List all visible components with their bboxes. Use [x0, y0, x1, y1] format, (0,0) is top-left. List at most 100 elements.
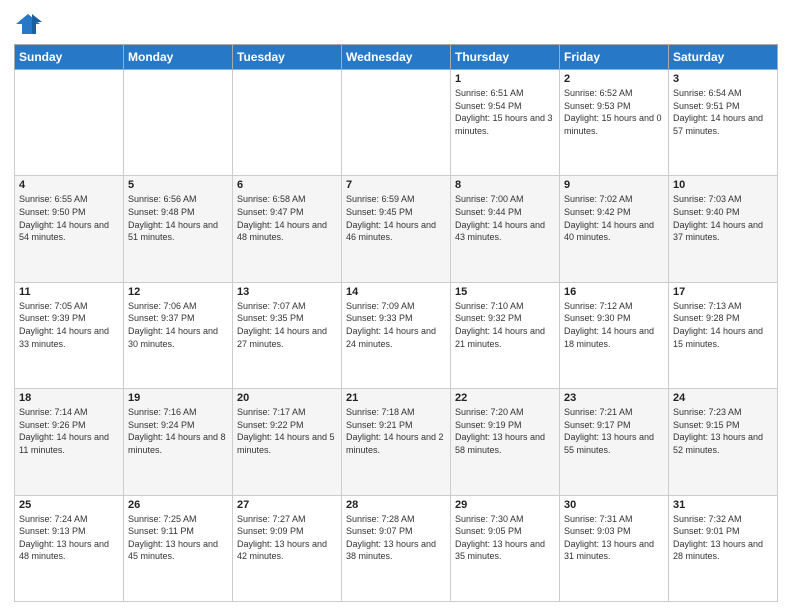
day-number: 2 [564, 73, 664, 85]
day-info: Sunrise: 7:21 AM Sunset: 9:17 PM Dayligh… [564, 406, 664, 456]
day-number: 23 [564, 392, 664, 404]
day-number: 21 [346, 392, 446, 404]
day-number: 9 [564, 179, 664, 191]
day-number: 26 [128, 499, 228, 511]
calendar-cell: 7 Sunrise: 6:59 AM Sunset: 9:45 PM Dayli… [342, 176, 451, 282]
week-row-1: 1 Sunrise: 6:51 AM Sunset: 9:54 PM Dayli… [15, 70, 778, 176]
day-info: Sunrise: 7:27 AM Sunset: 9:09 PM Dayligh… [237, 513, 337, 563]
day-info: Sunrise: 6:51 AM Sunset: 9:54 PM Dayligh… [455, 87, 555, 137]
day-info: Sunrise: 7:12 AM Sunset: 9:30 PM Dayligh… [564, 300, 664, 350]
calendar-cell: 16 Sunrise: 7:12 AM Sunset: 9:30 PM Dayl… [560, 282, 669, 388]
day-info: Sunrise: 7:24 AM Sunset: 9:13 PM Dayligh… [19, 513, 119, 563]
day-info: Sunrise: 7:18 AM Sunset: 9:21 PM Dayligh… [346, 406, 446, 456]
calendar-cell [342, 70, 451, 176]
day-number: 25 [19, 499, 119, 511]
day-number: 8 [455, 179, 555, 191]
day-info: Sunrise: 6:56 AM Sunset: 9:48 PM Dayligh… [128, 193, 228, 243]
day-info: Sunrise: 7:25 AM Sunset: 9:11 PM Dayligh… [128, 513, 228, 563]
day-number: 16 [564, 286, 664, 298]
calendar-cell: 27 Sunrise: 7:27 AM Sunset: 9:09 PM Dayl… [233, 495, 342, 601]
calendar-cell: 24 Sunrise: 7:23 AM Sunset: 9:15 PM Dayl… [669, 389, 778, 495]
day-number: 10 [673, 179, 773, 191]
week-row-5: 25 Sunrise: 7:24 AM Sunset: 9:13 PM Dayl… [15, 495, 778, 601]
page: SundayMondayTuesdayWednesdayThursdayFrid… [0, 0, 792, 612]
day-number: 4 [19, 179, 119, 191]
weekday-header-friday: Friday [560, 45, 669, 70]
day-number: 3 [673, 73, 773, 85]
day-info: Sunrise: 6:59 AM Sunset: 9:45 PM Dayligh… [346, 193, 446, 243]
calendar-cell [233, 70, 342, 176]
day-number: 24 [673, 392, 773, 404]
day-number: 12 [128, 286, 228, 298]
calendar-cell: 17 Sunrise: 7:13 AM Sunset: 9:28 PM Dayl… [669, 282, 778, 388]
weekday-header-sunday: Sunday [15, 45, 124, 70]
day-number: 6 [237, 179, 337, 191]
weekday-header-saturday: Saturday [669, 45, 778, 70]
day-info: Sunrise: 7:20 AM Sunset: 9:19 PM Dayligh… [455, 406, 555, 456]
calendar-cell: 28 Sunrise: 7:28 AM Sunset: 9:07 PM Dayl… [342, 495, 451, 601]
day-info: Sunrise: 7:14 AM Sunset: 9:26 PM Dayligh… [19, 406, 119, 456]
weekday-header-monday: Monday [124, 45, 233, 70]
logo-icon [14, 10, 42, 38]
day-info: Sunrise: 7:13 AM Sunset: 9:28 PM Dayligh… [673, 300, 773, 350]
week-row-3: 11 Sunrise: 7:05 AM Sunset: 9:39 PM Dayl… [15, 282, 778, 388]
day-number: 22 [455, 392, 555, 404]
calendar-cell: 4 Sunrise: 6:55 AM Sunset: 9:50 PM Dayli… [15, 176, 124, 282]
calendar-cell: 14 Sunrise: 7:09 AM Sunset: 9:33 PM Dayl… [342, 282, 451, 388]
day-number: 29 [455, 499, 555, 511]
day-info: Sunrise: 6:52 AM Sunset: 9:53 PM Dayligh… [564, 87, 664, 137]
day-number: 1 [455, 73, 555, 85]
calendar-cell: 30 Sunrise: 7:31 AM Sunset: 9:03 PM Dayl… [560, 495, 669, 601]
day-number: 20 [237, 392, 337, 404]
day-info: Sunrise: 6:54 AM Sunset: 9:51 PM Dayligh… [673, 87, 773, 137]
day-info: Sunrise: 7:03 AM Sunset: 9:40 PM Dayligh… [673, 193, 773, 243]
day-info: Sunrise: 7:31 AM Sunset: 9:03 PM Dayligh… [564, 513, 664, 563]
day-info: Sunrise: 6:55 AM Sunset: 9:50 PM Dayligh… [19, 193, 119, 243]
calendar-cell: 22 Sunrise: 7:20 AM Sunset: 9:19 PM Dayl… [451, 389, 560, 495]
day-number: 19 [128, 392, 228, 404]
calendar-cell: 6 Sunrise: 6:58 AM Sunset: 9:47 PM Dayli… [233, 176, 342, 282]
day-number: 15 [455, 286, 555, 298]
day-number: 17 [673, 286, 773, 298]
day-number: 28 [346, 499, 446, 511]
day-info: Sunrise: 7:16 AM Sunset: 9:24 PM Dayligh… [128, 406, 228, 456]
header [14, 10, 778, 38]
day-info: Sunrise: 7:32 AM Sunset: 9:01 PM Dayligh… [673, 513, 773, 563]
calendar-cell: 5 Sunrise: 6:56 AM Sunset: 9:48 PM Dayli… [124, 176, 233, 282]
day-number: 30 [564, 499, 664, 511]
calendar-cell [15, 70, 124, 176]
day-number: 11 [19, 286, 119, 298]
day-info: Sunrise: 7:23 AM Sunset: 9:15 PM Dayligh… [673, 406, 773, 456]
calendar-cell: 9 Sunrise: 7:02 AM Sunset: 9:42 PM Dayli… [560, 176, 669, 282]
day-info: Sunrise: 6:58 AM Sunset: 9:47 PM Dayligh… [237, 193, 337, 243]
day-info: Sunrise: 7:28 AM Sunset: 9:07 PM Dayligh… [346, 513, 446, 563]
calendar-cell [124, 70, 233, 176]
weekday-header-wednesday: Wednesday [342, 45, 451, 70]
week-row-2: 4 Sunrise: 6:55 AM Sunset: 9:50 PM Dayli… [15, 176, 778, 282]
day-number: 27 [237, 499, 337, 511]
day-info: Sunrise: 7:00 AM Sunset: 9:44 PM Dayligh… [455, 193, 555, 243]
calendar-cell: 13 Sunrise: 7:07 AM Sunset: 9:35 PM Dayl… [233, 282, 342, 388]
calendar-cell: 11 Sunrise: 7:05 AM Sunset: 9:39 PM Dayl… [15, 282, 124, 388]
weekday-header-row: SundayMondayTuesdayWednesdayThursdayFrid… [15, 45, 778, 70]
calendar-cell: 8 Sunrise: 7:00 AM Sunset: 9:44 PM Dayli… [451, 176, 560, 282]
calendar-cell: 10 Sunrise: 7:03 AM Sunset: 9:40 PM Dayl… [669, 176, 778, 282]
day-number: 5 [128, 179, 228, 191]
calendar-cell: 12 Sunrise: 7:06 AM Sunset: 9:37 PM Dayl… [124, 282, 233, 388]
week-row-4: 18 Sunrise: 7:14 AM Sunset: 9:26 PM Dayl… [15, 389, 778, 495]
weekday-header-thursday: Thursday [451, 45, 560, 70]
day-info: Sunrise: 7:07 AM Sunset: 9:35 PM Dayligh… [237, 300, 337, 350]
day-info: Sunrise: 7:10 AM Sunset: 9:32 PM Dayligh… [455, 300, 555, 350]
calendar-cell: 19 Sunrise: 7:16 AM Sunset: 9:24 PM Dayl… [124, 389, 233, 495]
calendar-cell: 25 Sunrise: 7:24 AM Sunset: 9:13 PM Dayl… [15, 495, 124, 601]
calendar-cell: 31 Sunrise: 7:32 AM Sunset: 9:01 PM Dayl… [669, 495, 778, 601]
day-info: Sunrise: 7:05 AM Sunset: 9:39 PM Dayligh… [19, 300, 119, 350]
day-number: 31 [673, 499, 773, 511]
calendar-cell: 20 Sunrise: 7:17 AM Sunset: 9:22 PM Dayl… [233, 389, 342, 495]
calendar-cell: 3 Sunrise: 6:54 AM Sunset: 9:51 PM Dayli… [669, 70, 778, 176]
day-number: 18 [19, 392, 119, 404]
calendar-cell: 18 Sunrise: 7:14 AM Sunset: 9:26 PM Dayl… [15, 389, 124, 495]
calendar-cell: 15 Sunrise: 7:10 AM Sunset: 9:32 PM Dayl… [451, 282, 560, 388]
logo [14, 10, 46, 38]
day-info: Sunrise: 7:17 AM Sunset: 9:22 PM Dayligh… [237, 406, 337, 456]
